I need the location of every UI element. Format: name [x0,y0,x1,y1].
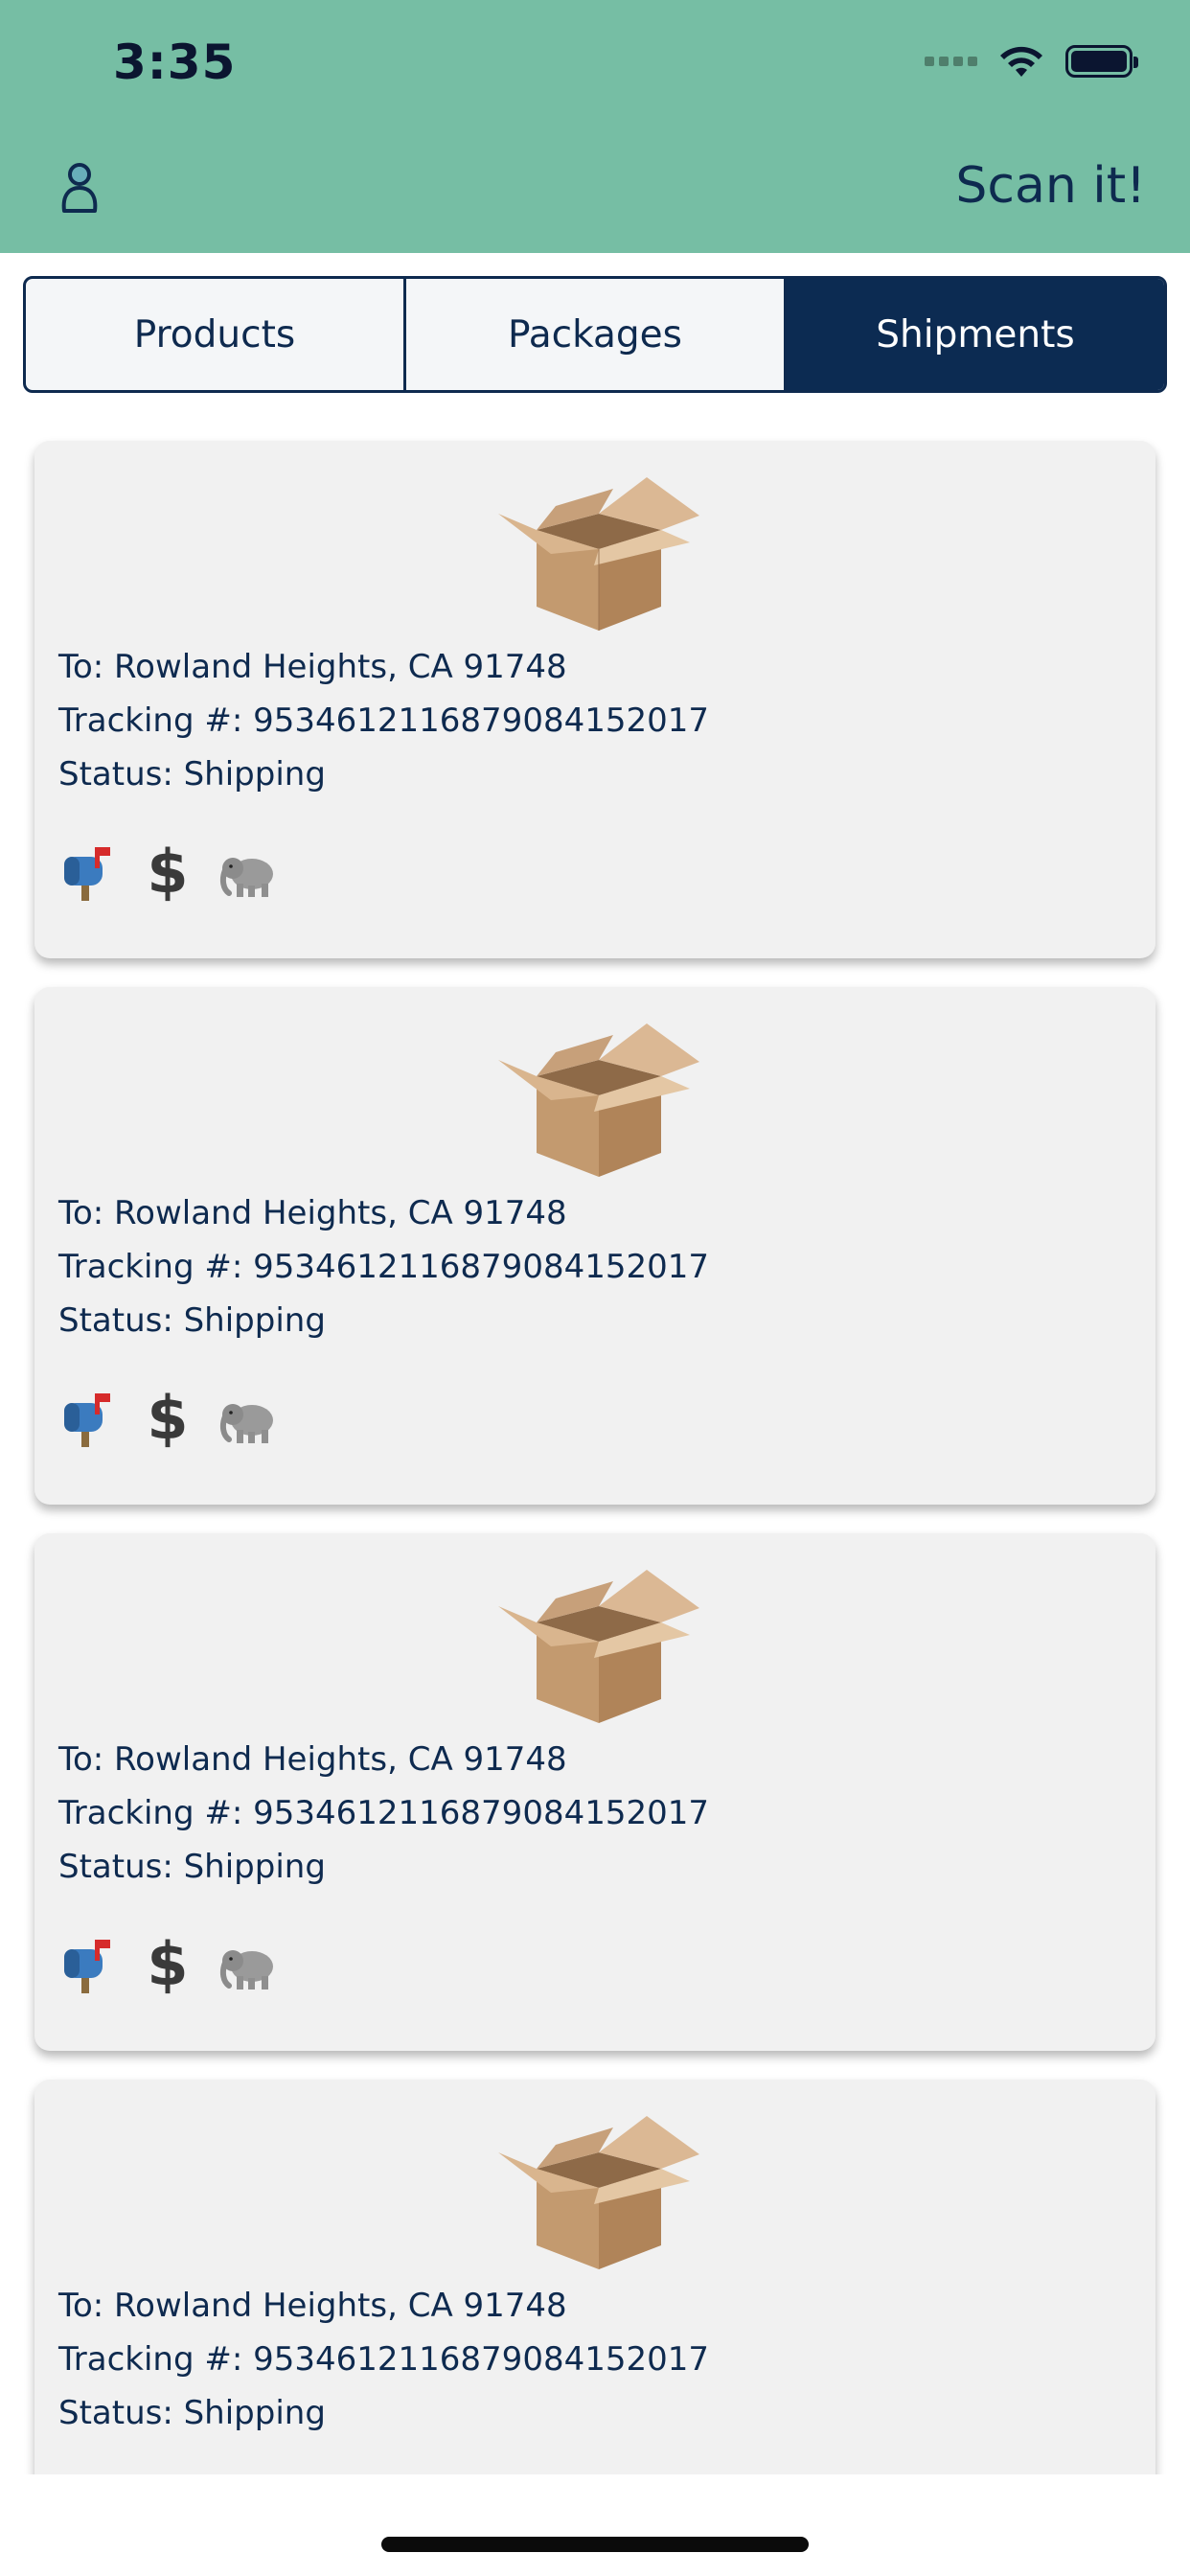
shipment-destination: To: Rowland Heights, CA 91748 [58,1740,567,1779]
tab-packages[interactable]: Packages [403,279,784,390]
elephant-icon[interactable] [219,1936,277,1993]
user-profile-icon[interactable] [59,161,100,215]
shipment-tracking-number: Tracking #: 9534612116879084152017 [58,2340,710,2379]
shipment-actions: $ [58,842,277,902]
package-box-icon [498,477,699,631]
shipment-actions: $ [58,1389,277,1448]
package-box-icon [498,1024,699,1177]
shipment-tracking-number: Tracking #: 9534612116879084152017 [58,702,710,740]
package-box-icon [498,2116,699,2269]
mailbox-icon[interactable] [58,843,116,901]
dollar-icon[interactable]: $ [139,1935,196,1994]
cellular-signal-icon [925,57,977,66]
shipment-destination: To: Rowland Heights, CA 91748 [58,648,567,686]
wifi-icon [1000,46,1042,77]
mailbox-icon[interactable] [58,1390,116,1447]
dollar-icon[interactable]: $ [139,1389,196,1448]
package-box-icon [498,1570,699,1723]
shipment-card[interactable]: To: Rowland Heights, CA 91748 Tracking #… [34,2080,1156,2474]
battery-icon [1065,45,1138,78]
shipment-status: Status: Shipping [58,2394,326,2432]
dollar-icon[interactable]: $ [139,842,196,902]
tab-shipments[interactable]: Shipments [784,279,1164,390]
tab-products[interactable]: Products [26,279,403,390]
elephant-icon[interactable] [219,843,277,901]
shipment-tracking-number: Tracking #: 9534612116879084152017 [58,1794,710,1832]
tab-segmented-control: Products Packages Shipments [23,276,1167,393]
shipment-card[interactable]: To: Rowland Heights, CA 91748 Tracking #… [34,441,1156,958]
shipment-status: Status: Shipping [58,1848,326,1886]
mailbox-icon[interactable] [58,1936,116,1993]
shipment-tracking-number: Tracking #: 9534612116879084152017 [58,1248,710,1286]
shipment-status: Status: Shipping [58,755,326,794]
app-header: 3:35 Scan it! [0,0,1190,253]
shipments-list[interactable]: To: Rowland Heights, CA 91748 Tracking #… [0,422,1190,2474]
scan-it-button[interactable]: Scan it! [955,157,1146,215]
shipment-card[interactable]: To: Rowland Heights, CA 91748 Tracking #… [34,1533,1156,2051]
status-indicators [925,44,1138,79]
status-time: 3:35 [113,34,237,90]
shipment-actions: $ [58,1935,277,1994]
elephant-icon[interactable] [219,1390,277,1447]
shipment-status: Status: Shipping [58,1301,326,1340]
shipment-destination: To: Rowland Heights, CA 91748 [58,1194,567,1232]
shipment-destination: To: Rowland Heights, CA 91748 [58,2287,567,2325]
shipment-card[interactable]: To: Rowland Heights, CA 91748 Tracking #… [34,987,1156,1505]
home-indicator[interactable] [381,2537,809,2552]
